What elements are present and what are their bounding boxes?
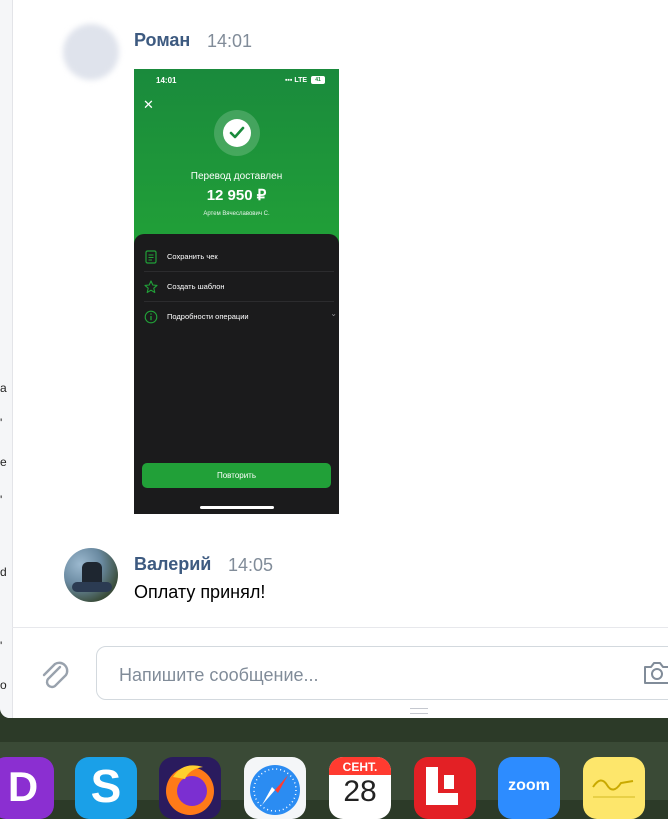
messenger-window: a ' e ' d ' o Роман 14:01 14:01 ▪▪▪ LTE … — [0, 0, 668, 718]
notes-lines-icon — [592, 779, 635, 798]
action-label: Подробности операции — [167, 312, 249, 321]
zoom-label: zoom — [508, 777, 550, 794]
edge-char: e — [0, 455, 7, 469]
repeat-button: Повторить — [142, 463, 331, 488]
message-time: 14:05 — [228, 555, 274, 575]
paperclip-icon[interactable] — [36, 657, 74, 695]
message-text: Оплату принял! — [134, 582, 266, 602]
edge-char: ' — [0, 639, 3, 653]
action-label: Создать шаблон — [167, 282, 225, 291]
zoom-icon[interactable]: zoom — [498, 757, 560, 819]
calendar-icon[interactable]: СЕНТ. 28 — [329, 757, 391, 819]
checkmark-icon — [223, 119, 251, 147]
firefox-icon[interactable] — [159, 757, 221, 819]
signal-icon: ▪▪▪ — [284, 76, 293, 84]
transfer-status-title: Перевод доставлен — [190, 171, 283, 182]
left-sidebar-edge: a ' e ' d ' o — [0, 0, 13, 718]
transfer-amount: 12 950 ₽ — [206, 187, 267, 204]
firefox-logo — [166, 765, 214, 815]
avatar-valery[interactable] — [64, 548, 118, 602]
network-label: LTE — [294, 76, 308, 84]
action-operation-details: Подробности операции ⌄ — [144, 302, 337, 331]
letterboxd-app-icon[interactable] — [414, 757, 476, 819]
message-time: 14:01 — [207, 31, 253, 51]
action-create-template: Создать шаблон — [144, 272, 334, 302]
battery-icon: 41 — [311, 76, 325, 84]
skype-glyph: S — [90, 760, 122, 812]
composer-divider — [12, 627, 668, 628]
notes-icon[interactable] — [583, 757, 645, 819]
edge-char: ' — [0, 416, 3, 430]
camera-icon[interactable] — [642, 660, 668, 686]
close-icon: ✕ — [143, 97, 154, 112]
message-input[interactable] — [117, 661, 621, 689]
calendar-day: 28 — [343, 775, 377, 808]
calendar-month: СЕНТ. — [342, 760, 378, 774]
avatar-motorbike — [72, 582, 112, 592]
status-bar-time: 14:01 — [156, 76, 177, 85]
compass-icon — [250, 765, 300, 815]
macos-dock: D S СЕНТ. 28 zoom — [0, 742, 668, 819]
skype-icon[interactable]: S — [75, 757, 137, 819]
action-label: Сохранить чек — [167, 252, 218, 261]
edge-char: ' — [0, 493, 3, 507]
transfer-recipient: Артем Вячеславович С. — [203, 211, 270, 217]
info-icon — [144, 310, 158, 324]
star-icon — [144, 280, 158, 294]
edge-char: o — [0, 678, 7, 692]
screenshot-header: 14:01 ▪▪▪ LTE 41 ✕ Перевод доставлен 12 … — [134, 69, 339, 244]
edge-char: a — [0, 381, 7, 395]
message-input-box[interactable] — [96, 646, 668, 700]
safari-icon[interactable] — [244, 757, 306, 819]
status-bar-indicators: ▪▪▪ LTE 41 — [285, 76, 325, 84]
edge-char: d — [0, 565, 7, 579]
resize-handle[interactable] — [410, 708, 428, 714]
podcast-glyph: D — [7, 763, 39, 810]
message-author[interactable]: Валерий — [134, 554, 211, 575]
chevron-down-icon: ⌄ — [330, 309, 337, 318]
home-indicator — [200, 506, 274, 509]
actions-sheet: Сохранить чек Создать шаблон Подробности… — [134, 234, 339, 514]
success-ring — [214, 110, 260, 156]
avatar-roman[interactable] — [63, 24, 119, 80]
podcast-app-icon[interactable]: D — [0, 757, 54, 819]
payment-screenshot-attachment[interactable]: 14:01 ▪▪▪ LTE 41 ✕ Перевод доставлен 12 … — [134, 69, 339, 514]
app-logo-icon — [426, 767, 458, 805]
action-save-receipt: Сохранить чек — [144, 242, 334, 272]
receipt-icon — [145, 250, 157, 264]
message-author[interactable]: Роман — [134, 30, 190, 51]
